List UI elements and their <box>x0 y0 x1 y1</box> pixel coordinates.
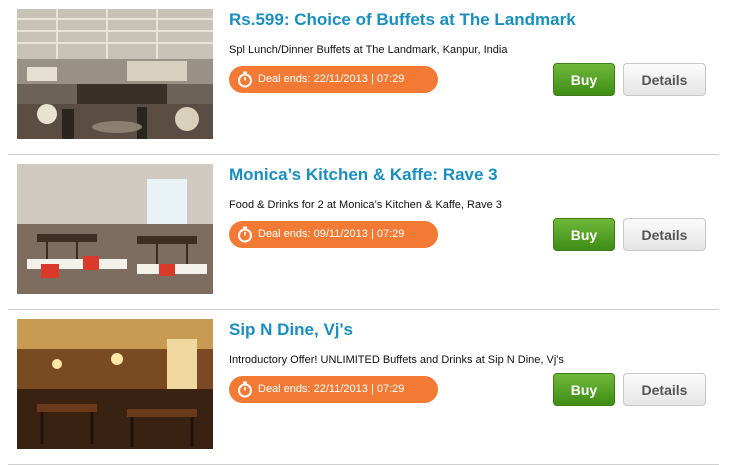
deal-ends-text: Deal ends: 22/11/2013 | 07:29 <box>258 383 405 395</box>
stopwatch-icon <box>238 381 252 398</box>
details-button[interactable]: Details <box>623 63 706 96</box>
deal-ends-badge: Deal ends: 22/11/2013 | 07:29 <box>229 66 438 93</box>
deal-title[interactable]: Sip N Dine, Vj's <box>229 320 353 340</box>
deal-card-sip-n-dine: Sip N Dine, Vj's Introductory Offer! UNL… <box>8 310 719 465</box>
deal-description: Introductory Offer! UNLIMITED Buffets an… <box>229 354 564 366</box>
deal-ends-badge: Deal ends: 09/11/2013 | 07:29 <box>229 221 438 248</box>
details-button[interactable]: Details <box>623 373 706 406</box>
details-button[interactable]: Details <box>623 218 706 251</box>
stopwatch-icon <box>238 226 252 243</box>
deal-ends-badge: Deal ends: 22/11/2013 | 07:29 <box>229 376 438 403</box>
buy-button[interactable]: Buy <box>553 63 615 96</box>
buy-button[interactable]: Buy <box>553 218 615 251</box>
deal-description: Spl Lunch/Dinner Buffets at The Landmark… <box>229 44 508 56</box>
deal-card-monicas-kitchen: Monica’s Kitchen & Kaffe: Rave 3 Food & … <box>8 155 719 310</box>
deal-card-landmark: Rs.599: Choice of Buffets at The Landmar… <box>8 0 719 155</box>
deal-title[interactable]: Monica’s Kitchen & Kaffe: Rave 3 <box>229 165 498 185</box>
deal-description: Food & Drinks for 2 at Monica’s Kitchen … <box>229 199 502 211</box>
deal-image-landmark-buffet[interactable] <box>17 9 213 139</box>
stopwatch-icon <box>238 71 252 88</box>
deal-image-sip-n-dine[interactable] <box>17 319 213 449</box>
deal-title[interactable]: Rs.599: Choice of Buffets at The Landmar… <box>229 10 576 30</box>
deal-ends-text: Deal ends: 22/11/2013 | 07:29 <box>258 73 405 85</box>
deal-ends-text: Deal ends: 09/11/2013 | 07:29 <box>258 228 405 240</box>
buy-button[interactable]: Buy <box>553 373 615 406</box>
deal-image-monicas-kitchen[interactable] <box>17 164 213 294</box>
